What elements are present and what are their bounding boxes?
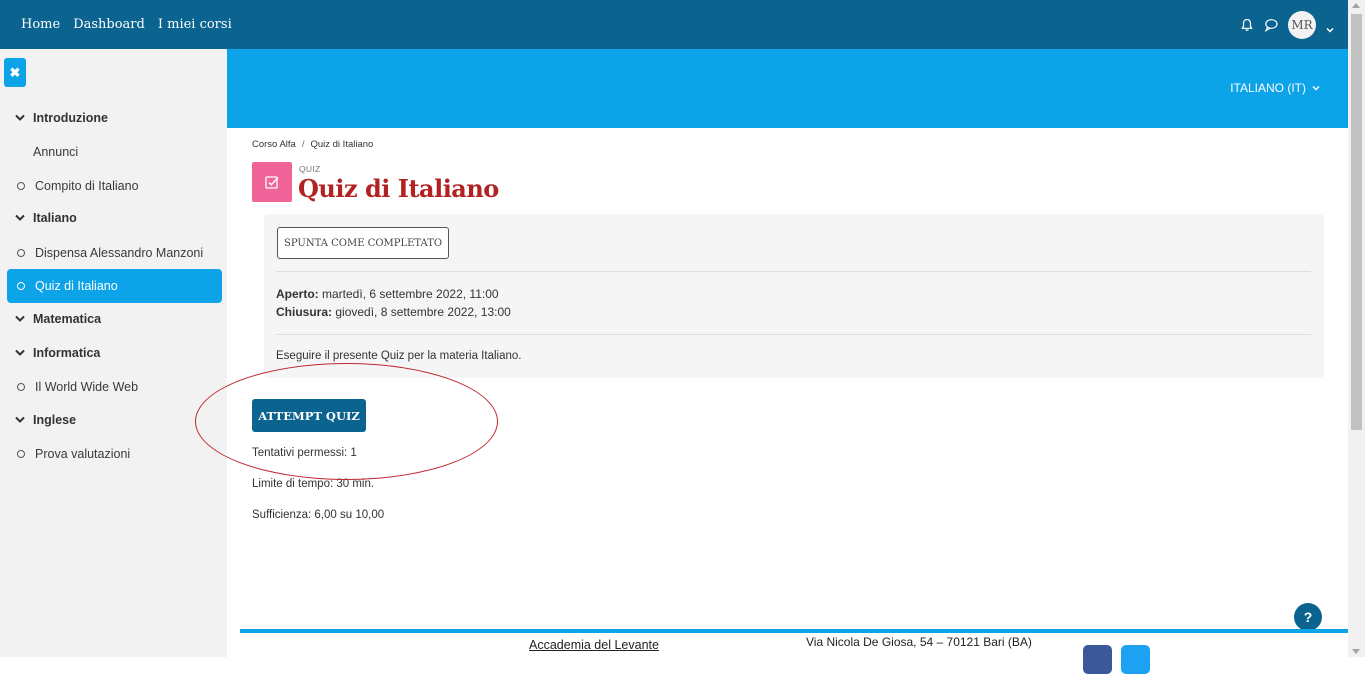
course-index-drawer: ✖ Introduzione Annunci Compito di Italia…	[0, 49, 227, 657]
section-introduzione[interactable]: Introduzione	[7, 101, 222, 135]
page-scrollbar[interactable]	[1348, 0, 1365, 657]
avatar[interactable]: MR	[1288, 10, 1316, 39]
section-matematica[interactable]: Matematica	[7, 302, 222, 336]
page-header-band: ITALIANO (IT)	[227, 49, 1348, 128]
section-italiano[interactable]: Italiano	[7, 201, 222, 235]
scroll-thumb[interactable]	[1351, 14, 1362, 430]
activity-prova-valutazioni[interactable]: Prova valutazioni	[7, 437, 222, 471]
chevron-down-icon[interactable]	[15, 315, 29, 323]
activity-quiz-di-italiano[interactable]: Quiz di Italiano	[7, 269, 222, 303]
bell-icon[interactable]	[1240, 18, 1254, 32]
section-label: Matematica	[33, 312, 102, 326]
language-menu[interactable]: ITALIANO (IT)	[1230, 81, 1320, 95]
time-limit: Limite di tempo: 30 min.	[252, 478, 375, 490]
facebook-icon[interactable]	[1083, 645, 1112, 674]
section-inglese[interactable]: Inglese	[7, 403, 222, 437]
open-date-label: Aperto:	[276, 287, 319, 301]
activity-label: Il World Wide Web	[35, 380, 139, 394]
breadcrumb: Corso Alfa / Quiz di Italiano	[252, 139, 373, 150]
pass-grade: Sufficienza: 6,00 su 10,00	[252, 509, 385, 521]
nav-link-dashboard[interactable]: Dashboard	[73, 17, 145, 32]
footer-divider	[240, 629, 1348, 633]
divider	[276, 334, 1311, 335]
completion-circle-icon	[17, 282, 25, 290]
open-date: Aperto: martedì, 6 settembre 2022, 11:00	[276, 287, 499, 301]
chevron-down-icon[interactable]	[15, 214, 29, 222]
activity-label: Annunci	[33, 145, 79, 159]
section-label: Informatica	[33, 346, 101, 360]
quiz-icon	[252, 162, 292, 202]
close-date-label: Chiusura:	[276, 305, 333, 319]
completion-circle-icon	[17, 182, 25, 190]
section-label: Italiano	[33, 211, 77, 225]
footer-address: Via Nicola De Giosa, 54 – 70121 Bari (BA…	[806, 635, 1032, 649]
activity-label: Quiz di Italiano	[35, 279, 118, 293]
footer-organization-link[interactable]: Accademia del Levante	[529, 638, 659, 652]
mark-as-done-button[interactable]: SPUNTA COME COMPLETATO	[277, 227, 450, 259]
nav-link-home[interactable]: Home	[21, 17, 60, 32]
activity-label: Compito di Italiano	[35, 179, 139, 193]
close-date-value: giovedì, 8 settembre 2022, 13:00	[332, 305, 511, 319]
section-informatica[interactable]: Informatica	[7, 336, 222, 370]
open-date-value: martedì, 6 settembre 2022, 11:00	[318, 287, 499, 301]
chevron-down-icon[interactable]	[15, 114, 29, 122]
language-label: ITALIANO (IT)	[1230, 81, 1306, 95]
scroll-down-arrow-icon[interactable]	[1352, 649, 1360, 654]
chevron-down-icon[interactable]	[1326, 21, 1334, 33]
activity-compito-di-italiano[interactable]: Compito di Italiano	[7, 169, 222, 203]
activity-label: Dispensa Alessandro Manzoni	[35, 246, 204, 260]
nav-link-my-courses[interactable]: I miei corsi	[158, 17, 232, 32]
twitter-icon[interactable]	[1121, 645, 1150, 674]
breadcrumb-separator: /	[301, 139, 305, 150]
activity-dispensa-alessandro-manzoni[interactable]: Dispensa Alessandro Manzoni	[7, 236, 222, 270]
user-navigation: MR	[1240, 0, 1334, 49]
primary-navigation: Home Dashboard I miei corsi	[21, 17, 232, 32]
top-navbar: Home Dashboard I miei corsi MR	[0, 0, 1348, 49]
chevron-down-icon[interactable]	[15, 349, 29, 357]
section-label: Introduzione	[33, 111, 108, 125]
completion-circle-icon	[17, 450, 25, 458]
chevron-down-icon[interactable]	[15, 416, 29, 424]
attempt-quiz-button[interactable]: ATTEMPT QUIZ	[252, 399, 366, 432]
close-date: Chiusura: giovedì, 8 settembre 2022, 13:…	[276, 305, 511, 319]
activity-world-wide-web[interactable]: Il World Wide Web	[7, 370, 222, 404]
section-label: Inglese	[33, 413, 77, 427]
activity-description: Eseguire il presente Quiz per la materia…	[276, 350, 522, 362]
help-button[interactable]: ?	[1294, 603, 1322, 631]
messages-icon[interactable]	[1264, 18, 1278, 32]
activity-type-label: QUIZ	[299, 164, 321, 174]
activity-label: Prova valutazioni	[35, 447, 131, 461]
breadcrumb-item-quiz[interactable]: Quiz di Italiano	[310, 139, 373, 150]
completion-circle-icon	[17, 383, 25, 391]
attempts-allowed: Tentativi permessi: 1	[252, 447, 357, 459]
activity-information: SPUNTA COME COMPLETATO Aperto: martedì, …	[264, 214, 1324, 378]
divider	[276, 271, 1311, 272]
completion-circle-icon	[17, 249, 25, 257]
activity-annunci[interactable]: Annunci	[7, 135, 222, 169]
close-drawer-button[interactable]: ✖	[4, 58, 26, 87]
scroll-up-arrow-icon[interactable]	[1352, 3, 1360, 8]
chevron-down-icon	[1312, 85, 1320, 91]
breadcrumb-item-course[interactable]: Corso Alfa	[252, 139, 296, 150]
page-title: Quiz di Italiano	[298, 174, 499, 203]
